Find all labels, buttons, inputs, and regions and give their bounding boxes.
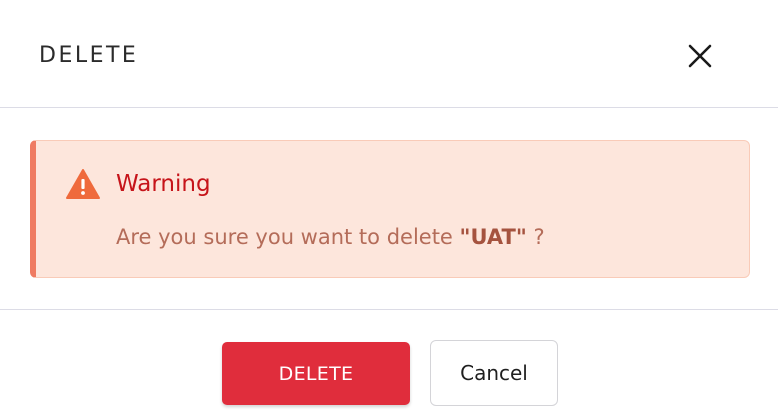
dialog-footer: DELETE Cancel	[0, 310, 778, 419]
cancel-button[interactable]: Cancel	[430, 340, 558, 406]
dialog-body: Warning Are you sure you want to delete …	[0, 108, 778, 310]
alert-message: Are you sure you want to delete "UAT" ?	[116, 223, 545, 251]
alert-message-prefix: Are you sure you want to delete	[116, 225, 460, 249]
alert-message-suffix: ?	[526, 225, 545, 249]
warning-triangle-icon	[66, 169, 100, 199]
close-icon	[688, 44, 712, 68]
alert-title: Warning	[116, 171, 211, 197]
delete-button[interactable]: DELETE	[222, 342, 410, 405]
close-button[interactable]	[684, 40, 716, 72]
dialog-title: DELETE	[39, 43, 139, 68]
delete-dialog: DELETE Warning Are you sure you want to …	[0, 0, 778, 419]
warning-alert: Warning Are you sure you want to delete …	[30, 140, 750, 278]
alert-item-name: "UAT"	[459, 225, 527, 249]
dialog-header: DELETE	[0, 0, 778, 108]
